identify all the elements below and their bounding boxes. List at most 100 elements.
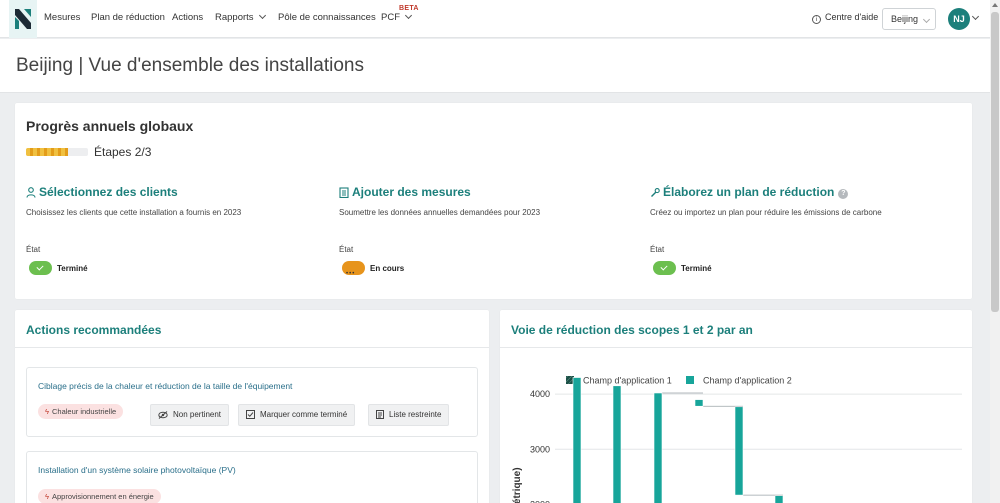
mark-complete-button[interactable]: Marquer comme terminé — [238, 404, 356, 426]
step-description: Choisissez les clients que cette install… — [26, 208, 242, 217]
status-pill — [653, 261, 676, 275]
step-reduction-plan: Élaborez un plan de réduction? Créez ou … — [650, 185, 950, 285]
progress-bar — [26, 148, 88, 156]
divider — [15, 347, 489, 348]
y-tick-label: 3000 — [530, 444, 550, 454]
user-icon — [26, 187, 36, 198]
state-label: État — [650, 245, 665, 254]
list-icon — [376, 410, 384, 419]
chart-bar — [653, 392, 663, 503]
not-relevant-button[interactable]: Non pertinent — [150, 404, 230, 426]
nav-pcf[interactable]: PCF — [381, 11, 413, 23]
step-select-clients: Sélectionnez des clients Choisissez les … — [26, 185, 326, 285]
check-icon — [660, 263, 668, 271]
user-avatar[interactable]: NJ — [948, 8, 970, 30]
status-pill — [29, 261, 52, 275]
page-title: Beijing | Vue d'ensemble des installatio… — [16, 55, 364, 76]
status-badge: Terminé — [681, 264, 712, 273]
step-counter: Étapes 2/3 — [94, 145, 152, 159]
info-icon: i — [812, 15, 821, 24]
shortlist-button[interactable]: Liste restreinte — [368, 404, 450, 426]
step-title-link[interactable]: Élaborez un plan de réduction? — [650, 185, 849, 199]
chart-bar — [774, 495, 784, 503]
app-logo[interactable] — [9, 0, 37, 38]
chevron-down-icon — [258, 11, 266, 20]
status-pill: ••• — [342, 261, 365, 277]
annual-progress-card: Progrès annuels globaux Étapes 2/3 Sélec… — [15, 103, 972, 299]
y-tick-label: 4000 — [530, 389, 550, 399]
category-tag-label: Chaleur industrielle — [51, 407, 117, 416]
site-selector[interactable]: Beijing — [882, 8, 936, 30]
reduction-pathway-card: Voie de réduction des scopes 1 et 2 par … — [500, 310, 972, 503]
step-description: Soumettre les données annuelles demandée… — [339, 208, 541, 217]
y-axis-label: métrique) — [512, 467, 523, 503]
legend-label: Champ d'application 1 — [583, 376, 672, 386]
page-header: Beijing | Vue d'ensemble des installatio… — [0, 39, 990, 93]
nav-pcf-label: PCF — [381, 12, 400, 23]
wrench-icon — [651, 188, 660, 197]
category-tag-label: Approvisionnement en énergie — [51, 492, 154, 501]
beta-badge: BETA — [399, 5, 419, 12]
nav-pole-connaissances[interactable]: Pôle de connaissances — [278, 12, 376, 23]
help-center-link[interactable]: i Centre d'aide — [812, 12, 878, 24]
action-title-link[interactable]: Ciblage précis de la chaleur et réductio… — [38, 381, 292, 391]
nav-rapports[interactable]: Rapports — [215, 11, 266, 23]
nav-mesures[interactable]: Mesures — [44, 12, 80, 23]
step-add-measures: Ajouter des mesures Soumettre les donnée… — [339, 185, 639, 285]
flame-icon: ϟ — [45, 407, 49, 416]
chart-bar — [734, 406, 744, 496]
scroll-up-icon[interactable] — [992, 3, 998, 7]
state-label: État — [26, 245, 41, 254]
state-label: État — [339, 245, 354, 254]
legend-swatch — [686, 376, 694, 384]
in-progress-dots-icon: ••• — [346, 271, 356, 277]
step-title-link[interactable]: Sélectionnez des clients — [26, 185, 178, 199]
chevron-down-icon[interactable] — [971, 12, 980, 21]
legend-label: Champ d'application 2 — [703, 376, 792, 386]
progress-bar-fill — [26, 148, 68, 156]
checkbox-icon — [246, 410, 255, 419]
step-title-link[interactable]: Ajouter des mesures — [339, 185, 471, 199]
top-navigation: Mesures Plan de réduction Actions Rappor… — [0, 0, 990, 38]
category-tag: ϟ Approvisionnement en énergie — [38, 489, 161, 503]
page-scrollbar[interactable] — [990, 0, 1000, 503]
not-relevant-label: Non pertinent — [173, 410, 222, 419]
chevron-down-icon — [922, 15, 931, 24]
reduction-chart: Champ d'application 1 Champ d'application… — [512, 376, 962, 503]
progress-title: Progrès annuels globaux — [26, 118, 194, 134]
recommended-actions-card: Actions recommandées Ciblage précis de l… — [15, 310, 489, 503]
action-item: Ciblage précis de la chaleur et réductio… — [26, 367, 478, 437]
chart-bars — [572, 377, 784, 503]
shortlist-label: Liste restreinte — [389, 410, 442, 419]
status-badge: En cours — [370, 264, 405, 273]
scrollbar-thumb[interactable] — [991, 12, 999, 312]
category-tag: ϟ Chaleur industrielle — [38, 404, 124, 419]
action-item: Installation d'un système solaire photov… — [26, 451, 478, 503]
action-title-link[interactable]: Installation d'un système solaire photov… — [38, 465, 236, 475]
chart-bar — [572, 377, 582, 503]
chart-bar — [694, 399, 704, 407]
logo-icon — [15, 9, 31, 29]
step-title-text: Ajouter des mesures — [352, 185, 471, 199]
step-title-text: Sélectionnez des clients — [39, 185, 178, 199]
eye-off-icon — [158, 411, 168, 419]
chart-legend: Champ d'application 1 Champ d'application… — [566, 376, 792, 386]
nav-plan-reduction[interactable]: Plan de réduction — [91, 12, 165, 23]
site-selector-value: Beijing — [891, 14, 919, 24]
chart-bar — [612, 385, 622, 503]
step-title-text: Élaborez un plan de réduction — [663, 185, 835, 199]
help-center-label: Centre d'aide — [825, 12, 879, 22]
clipboard-icon — [339, 187, 349, 199]
step-description: Créez ou importez un plan pour réduire l… — [650, 208, 882, 217]
chart-title: Voie de réduction des scopes 1 et 2 par … — [511, 323, 753, 337]
actions-title: Actions recommandées — [26, 323, 162, 337]
nav-actions[interactable]: Actions — [172, 12, 203, 23]
mark-complete-label: Marquer comme terminé — [260, 410, 348, 419]
divider — [500, 347, 972, 348]
status-badge: Terminé — [57, 264, 88, 273]
help-question-icon[interactable]: ? — [838, 189, 849, 199]
check-icon — [36, 263, 44, 271]
chart-connectors — [662, 392, 783, 496]
nav-rapports-label: Rapports — [215, 12, 254, 23]
chart-y-axis: 2000 3000 4000 — [530, 389, 550, 503]
